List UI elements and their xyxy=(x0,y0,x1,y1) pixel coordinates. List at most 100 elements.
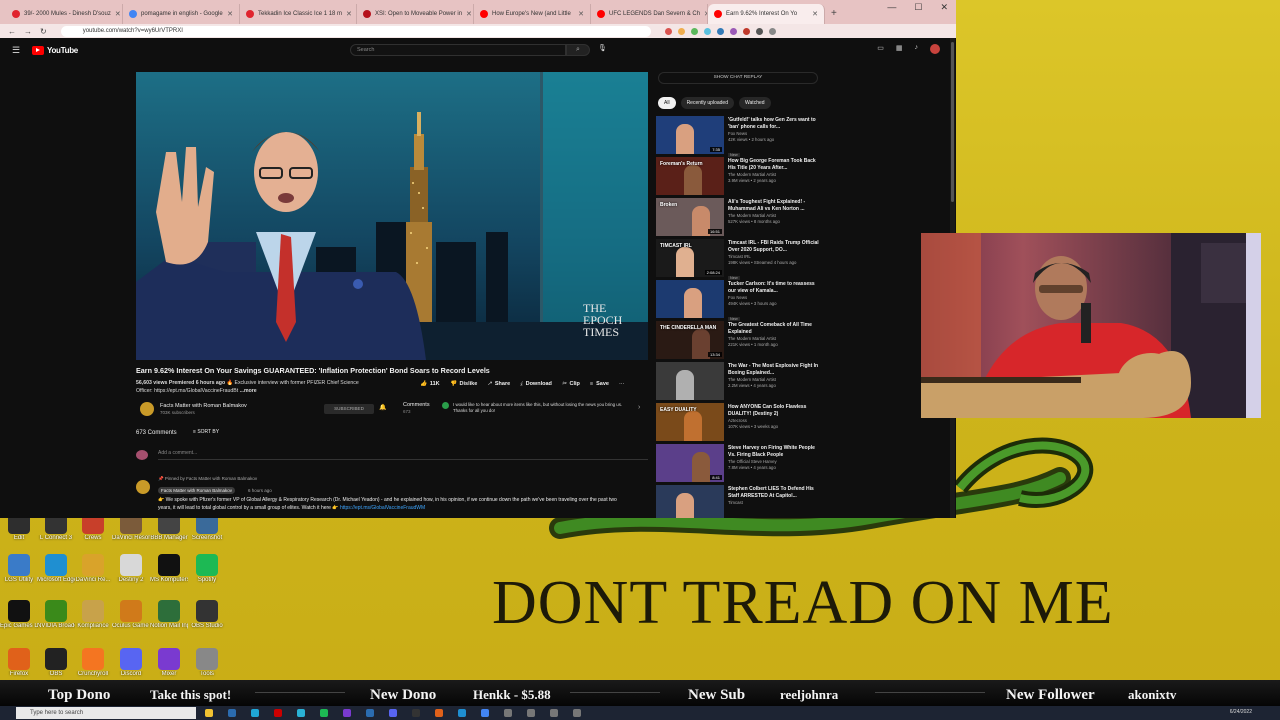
taskbar-app-icon[interactable] xyxy=(389,709,397,717)
browser-tab[interactable]: XSI: Open to Moveable Power in ✕ xyxy=(357,4,474,24)
recommended-video[interactable]: 8:41 Steve Harvey on Firing White People … xyxy=(656,442,826,483)
maximize-button[interactable]: ☐ xyxy=(914,2,922,13)
desktop-icon[interactable]: NVIDIA Broadcast xyxy=(37,600,75,630)
taskbar-app-icon[interactable] xyxy=(343,709,351,717)
close-tab-icon[interactable]: ✕ xyxy=(466,10,472,18)
download-button[interactable]: ⤓ Download xyxy=(520,381,552,388)
recommended-video[interactable]: The War - The Most Explosive Fight In Bo… xyxy=(656,360,826,401)
browser-tab[interactable]: Tekkadin Ice Classic Ice 1 18 m ✕ xyxy=(240,4,357,24)
extension-icon[interactable] xyxy=(664,27,672,35)
reload-icon[interactable]: ↻ xyxy=(40,27,47,36)
video-title[interactable]: How Big George Foreman Took Back His Tit… xyxy=(728,158,820,172)
user-avatar[interactable] xyxy=(930,44,940,54)
video-thumbnail[interactable]: Foreman's Return xyxy=(656,157,724,195)
desktop-icon[interactable]: OBS xyxy=(37,648,75,678)
video-thumbnail[interactable] xyxy=(656,485,724,518)
close-tab-icon[interactable]: ✕ xyxy=(812,10,818,18)
extension-icon[interactable] xyxy=(729,27,737,35)
browser-tab[interactable]: 39/- 2000 Mules - Dinesh D'souz ✕ xyxy=(6,4,123,24)
desktop-icon[interactable]: MS Komputers xyxy=(150,554,188,584)
recommended-video[interactable]: EASY DUALITY How ANYONE Can Solo Flawless… xyxy=(656,401,826,442)
video-thumbnail[interactable]: TIMCAST IRL 2:08:24 xyxy=(656,239,724,277)
taskbar-app-icon[interactable] xyxy=(297,709,305,717)
recommended-video[interactable]: THE CINDERELLA MAN 13:34 The Greatest Come… xyxy=(656,319,826,360)
desktop-icon[interactable]: Firefox xyxy=(0,648,38,678)
extension-icon[interactable] xyxy=(742,27,750,35)
add-comment-input[interactable]: Add a comment... xyxy=(158,450,197,456)
taskbar-app-icon[interactable] xyxy=(228,709,236,717)
recommended-video[interactable]: 7:35 'Gutfeld!' talks how Gen Zers want t… xyxy=(656,114,826,157)
recommended-video[interactable]: Tucker Carlson: It's time to reassess ou… xyxy=(656,278,826,321)
video-thumbnail[interactable]: EASY DUALITY xyxy=(656,403,724,441)
comment-time[interactable]: 6 hours ago xyxy=(248,488,272,493)
chevron-right-icon[interactable]: › xyxy=(638,404,640,411)
taskbar-app-icon[interactable] xyxy=(573,709,581,717)
comment-link[interactable]: https://ept.ms/GlobalVaccineFraudWM xyxy=(340,505,425,511)
video-title[interactable]: Timcast IRL - FBI Raids Trump Official O… xyxy=(728,240,820,254)
extension-icon[interactable] xyxy=(716,27,724,35)
new-tab-button[interactable]: + xyxy=(825,4,843,24)
video-title[interactable]: The Greatest Comeback of All Time Explai… xyxy=(728,322,820,336)
desktop-icon[interactable]: Microsoft Edge xyxy=(37,554,75,584)
video-title[interactable]: Stephen Colbert LIES To Defend His Staff… xyxy=(728,486,820,500)
taskbar-clock[interactable]: 6/24/2022 xyxy=(1230,709,1252,715)
channel-name[interactable]: Timcast xyxy=(728,500,820,506)
like-button[interactable]: 👍 11K xyxy=(420,381,440,388)
create-icon[interactable]: ▭ xyxy=(877,44,884,54)
close-tab-icon[interactable]: ✕ xyxy=(346,10,352,18)
video-title[interactable]: Steve Harvey on Firing White People Vs. … xyxy=(728,445,820,459)
minimize-button[interactable]: — xyxy=(887,2,896,13)
clip-button[interactable]: ✂ Clip xyxy=(562,381,580,388)
taskbar-app-icon[interactable] xyxy=(504,709,512,717)
close-window-button[interactable]: ✕ xyxy=(940,2,948,13)
video-player[interactable]: THE EPOCH TIMES xyxy=(136,72,648,360)
video-title[interactable]: Ali's Toughest Fight Explained! - Muhamm… xyxy=(728,199,820,213)
desktop-icon[interactable]: Discord xyxy=(112,648,150,678)
video-thumbnail[interactable]: 7:35 xyxy=(656,116,724,154)
desktop-icon[interactable]: Oculus Game Manager xyxy=(112,600,150,630)
share-button[interactable]: ↗ Share xyxy=(487,381,510,388)
taskbar-app-icon[interactable] xyxy=(481,709,489,717)
desktop-icon[interactable]: Notion Mail Input xyxy=(150,600,188,630)
desktop-icon[interactable]: Tools xyxy=(188,648,226,678)
filter-chip[interactable]: Watched xyxy=(738,97,771,109)
taskbar-app-icon[interactable] xyxy=(320,709,328,717)
browser-tab[interactable]: How Europe's New (and Little ✕ xyxy=(474,4,591,24)
recommended-video[interactable]: TIMCAST IRL 2:08:24 Timcast IRL - FBI Raid… xyxy=(656,237,826,280)
video-thumbnail[interactable]: 8:41 xyxy=(656,444,724,482)
search-input[interactable]: Search xyxy=(350,44,566,56)
desktop-icon[interactable]: Mixer xyxy=(150,648,188,678)
taskbar-app-icon[interactable] xyxy=(550,709,558,717)
close-tab-icon[interactable]: ✕ xyxy=(578,10,584,18)
extension-icon[interactable] xyxy=(690,27,698,35)
video-title[interactable]: Tucker Carlson: It's time to reassess ou… xyxy=(728,281,820,295)
video-thumbnail[interactable] xyxy=(656,362,724,400)
description-link[interactable]: https://ept.ms/GlobalVaccineFraudBt xyxy=(154,388,238,394)
comment-author-avatar[interactable] xyxy=(136,480,150,494)
extension-icon[interactable] xyxy=(703,27,711,35)
browser-tab[interactable]: Earn 9.62% Interest On Yo ✕ xyxy=(708,4,825,24)
filter-chip[interactable]: All xyxy=(658,97,676,109)
show-more-link[interactable]: ...more xyxy=(240,388,257,394)
video-title[interactable]: The War - The Most Explosive Fight In Bo… xyxy=(728,363,820,377)
desktop-icon[interactable]: Destiny 2 xyxy=(112,554,150,584)
filter-chip[interactable]: Recently uploaded xyxy=(680,97,734,109)
taskbar-app-icon[interactable] xyxy=(458,709,466,717)
video-thumbnail[interactable]: THE CINDERELLA MAN 13:34 xyxy=(656,321,724,359)
taskbar-search-input[interactable]: Type here to search xyxy=(16,707,196,719)
desktop-icon[interactable]: DaVinci Re... xyxy=(74,554,112,584)
close-tab-icon[interactable]: ✕ xyxy=(115,10,121,18)
channel-name[interactable]: Facts Matter with Roman Balmakov xyxy=(160,403,247,409)
notifications-bell-icon[interactable]: ♪ xyxy=(915,44,919,54)
taskbar-app-icon[interactable] xyxy=(205,709,213,717)
taskbar-app-icon[interactable] xyxy=(435,709,443,717)
save-button[interactable]: ≡ Save xyxy=(590,381,609,388)
more-actions-button[interactable]: ··· xyxy=(619,381,625,388)
desktop-icon[interactable]: Kompliance xyxy=(74,600,112,630)
taskbar-app-icon[interactable] xyxy=(251,709,259,717)
browser-tab[interactable]: pomagame in english - Google ✕ xyxy=(123,4,240,24)
recommended-video[interactable]: Stephen Colbert LIES To Defend His Staff… xyxy=(656,483,826,518)
hamburger-menu-icon[interactable]: ☰ xyxy=(12,45,30,56)
profile-icon[interactable] xyxy=(768,27,776,35)
taskbar-app-icon[interactable] xyxy=(527,709,535,717)
